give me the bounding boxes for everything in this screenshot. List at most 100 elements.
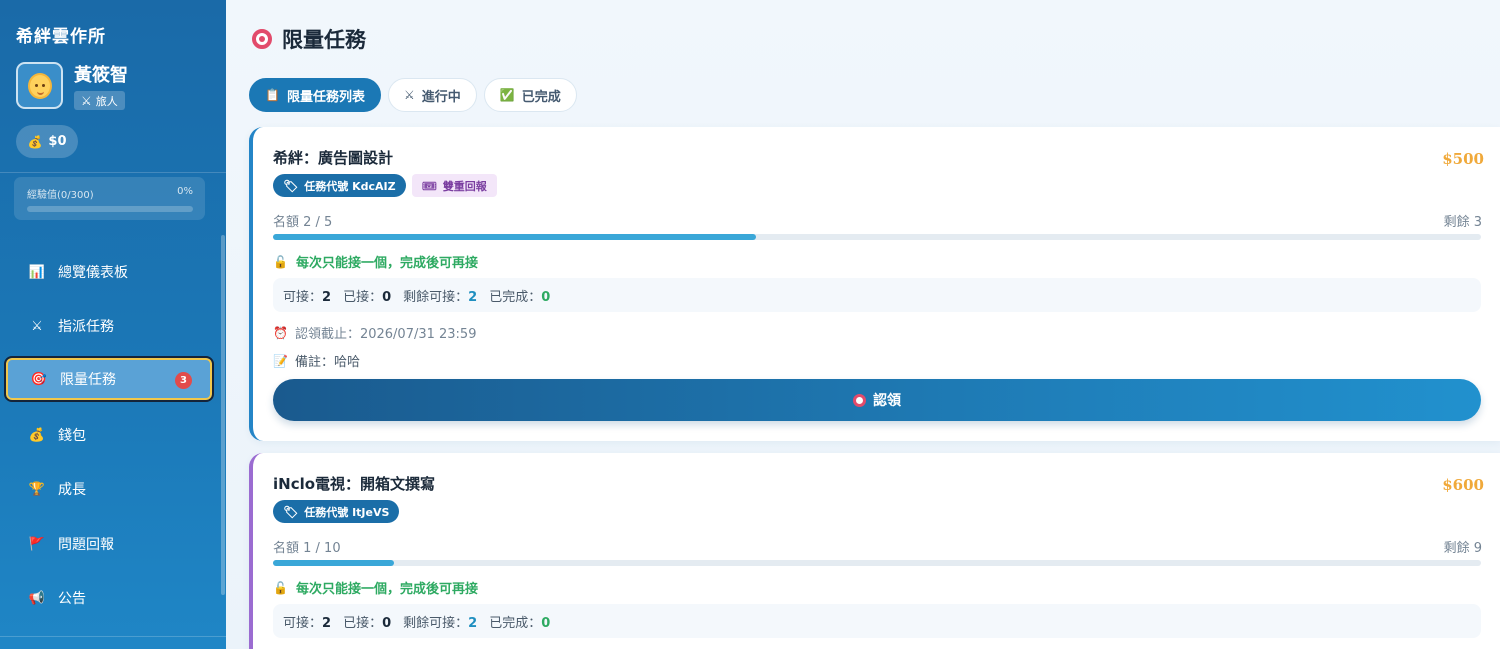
xp-label: 經驗值(0/300)	[27, 190, 94, 201]
tab-label: 已完成	[521, 89, 561, 105]
memo-icon: 📝	[273, 353, 288, 368]
task-stats: 可接：2 已接：0 剩餘可接：2 已完成：0	[273, 278, 1481, 312]
stat-taken: 已接：0	[343, 286, 391, 305]
sidebar: 希絆雲作所 黃筱智 ⚔ 旅人 💰 $0 經驗值(0/300) 0% 📊 總覽儀表…	[0, 0, 226, 649]
stat-label: 已接：	[343, 289, 383, 305]
stat-available: 可接：2	[283, 612, 331, 631]
stat-label: 可接：	[283, 615, 323, 631]
sidebar-item-report[interactable]: 🚩 問題回報	[14, 521, 212, 567]
unlock-icon: 🔓	[273, 254, 288, 269]
divider	[0, 172, 226, 173]
flag-icon: 🚩	[28, 536, 46, 552]
sidebar-item-limited-tasks[interactable]: 🎯 限量任務 3	[4, 356, 214, 402]
tab-bar: 📋 限量任務列表 ⚔ 進行中 ✅ 已完成	[249, 78, 577, 112]
main-content: 限量任務 📋 限量任務列表 ⚔ 進行中 ✅ 已完成 希絆：廣告圖設計 $500 …	[226, 0, 1500, 649]
task-title: iNclo電視：開箱文撰寫	[273, 475, 436, 493]
claim-rule-text: 每次只能接一個，完成後可再接	[295, 256, 478, 271]
quota-text: 名額 2 / 5	[273, 215, 333, 230]
trophy-icon: 🏆	[28, 481, 46, 497]
label-tag-icon: 🏷	[283, 178, 299, 193]
task-code-tag: 🏷 任務代號 KdcAIZ	[273, 174, 406, 197]
stat-value: 2	[468, 289, 478, 305]
stat-label: 剩餘可接：	[403, 289, 469, 305]
double-reward-tag: 🎟 雙重回報	[411, 174, 497, 197]
money-bag-icon: 💰	[27, 134, 43, 149]
claim-rule: 🔓 每次只能接一個，完成後可再接	[273, 578, 478, 598]
task-code-tag: 🏷 任務代號 ItJeVS	[273, 500, 400, 523]
crossed-swords-icon: ⚔	[31, 318, 43, 334]
unlock-icon: 🔓	[273, 580, 288, 595]
xp-progress-bar	[27, 206, 193, 212]
stat-available: 可接：2	[283, 286, 331, 305]
tab-in-progress[interactable]: ⚔ 進行中	[387, 78, 477, 112]
remaining-text: 剩餘 9	[1443, 541, 1482, 556]
sidebar-item-dashboard[interactable]: 📊 總覽儀表板	[14, 249, 212, 295]
sidebar-item-wallet[interactable]: 💰 錢包	[14, 412, 212, 458]
sidebar-item-growth[interactable]: 🏆 成長	[14, 466, 212, 512]
xp-panel: 經驗值(0/300) 0%	[14, 177, 205, 220]
stat-left: 剩餘可接：2	[403, 612, 477, 631]
xp-percent: 0%	[177, 186, 193, 197]
stat-done: 已完成：0	[489, 286, 550, 305]
sidebar-item-label: 公告	[58, 591, 86, 607]
task-reward: $500	[1442, 150, 1484, 168]
stat-value: 2	[468, 615, 478, 631]
stat-left: 剩餘可接：2	[403, 286, 477, 305]
divider	[0, 636, 226, 637]
role-label: 旅人	[95, 94, 118, 108]
sidebar-item-announcements[interactable]: 📢 公告	[14, 575, 212, 621]
task-code-text: 任務代號 ItJeVS	[304, 505, 390, 519]
quota-text: 名額 1 / 10	[273, 541, 341, 556]
stat-value: 0	[541, 615, 551, 631]
bar-chart-icon: 📊	[28, 264, 46, 280]
claim-rule-text: 每次只能接一個，完成後可再接	[295, 582, 478, 597]
stat-label: 已接：	[343, 615, 383, 631]
task-card: 希絆：廣告圖設計 $500 🏷 任務代號 KdcAIZ 🎟 雙重回報 名額 2 …	[249, 127, 1500, 441]
quota-progress-fill	[273, 560, 394, 566]
sidebar-item-assigned-tasks[interactable]: ⚔ 指派任務	[14, 303, 212, 349]
task-reward: $600	[1442, 476, 1484, 494]
page-title: 限量任務	[252, 24, 366, 54]
sidebar-item-label: 成長	[58, 482, 86, 498]
target-icon	[853, 393, 866, 407]
claim-button[interactable]: 認領	[273, 379, 1481, 421]
tab-limited-task-list[interactable]: 📋 限量任務列表	[249, 78, 381, 112]
claim-deadline-text: 認領截止：2026/07/31 23:59	[294, 327, 477, 342]
brand-title: 希絆雲作所	[16, 27, 106, 47]
sidebar-item-label: 總覽儀表板	[58, 265, 128, 281]
claim-deadline: ⏰ 認領截止：2026/07/31 23:59	[273, 323, 477, 343]
sidebar-item-label: 指派任務	[58, 319, 114, 335]
sidebar-item-label: 限量任務	[60, 372, 116, 388]
double-reward-text: 雙重回報	[442, 179, 487, 193]
stat-label: 已完成：	[489, 615, 542, 631]
sidebar-scrollbar[interactable]	[221, 235, 225, 595]
quota-progress-bar	[273, 560, 1481, 566]
tab-label: 進行中	[421, 89, 461, 105]
remaining-text: 剩餘 3	[1443, 215, 1482, 230]
tab-completed[interactable]: ✅ 已完成	[483, 78, 577, 112]
wallet-balance-value: $0	[48, 134, 67, 149]
task-code-text: 任務代號 KdcAIZ	[304, 179, 396, 193]
sidebar-item-label: 錢包	[58, 428, 86, 444]
count-badge: 3	[175, 372, 192, 389]
avatar-face-icon	[27, 72, 52, 99]
quota-progress-fill	[273, 234, 757, 240]
tab-label: 限量任務列表	[286, 89, 365, 105]
claim-rule: 🔓 每次只能接一個，完成後可再接	[273, 252, 478, 272]
alarm-clock-icon: ⏰	[273, 325, 288, 340]
avatar[interactable]	[16, 62, 63, 109]
check-box-icon: ✅	[499, 88, 515, 102]
stat-value: 2	[322, 289, 332, 305]
clipboard-icon: 📋	[265, 88, 280, 102]
target-icon	[252, 29, 272, 49]
stat-value: 0	[382, 289, 392, 305]
task-card: iNclo電視：開箱文撰寫 $600 🏷 任務代號 ItJeVS 名額 1 / …	[249, 453, 1500, 649]
stat-value: 0	[541, 289, 551, 305]
wallet-balance[interactable]: 💰 $0	[16, 125, 78, 158]
task-tags: 🏷 任務代號 KdcAIZ 🎟 雙重回報	[273, 174, 497, 197]
label-tag-icon: 🏷	[283, 504, 299, 519]
claim-button-label: 認領	[873, 392, 901, 408]
megaphone-icon: 📢	[28, 590, 46, 606]
stat-label: 可接：	[283, 289, 323, 305]
stat-label: 已完成：	[489, 289, 542, 305]
